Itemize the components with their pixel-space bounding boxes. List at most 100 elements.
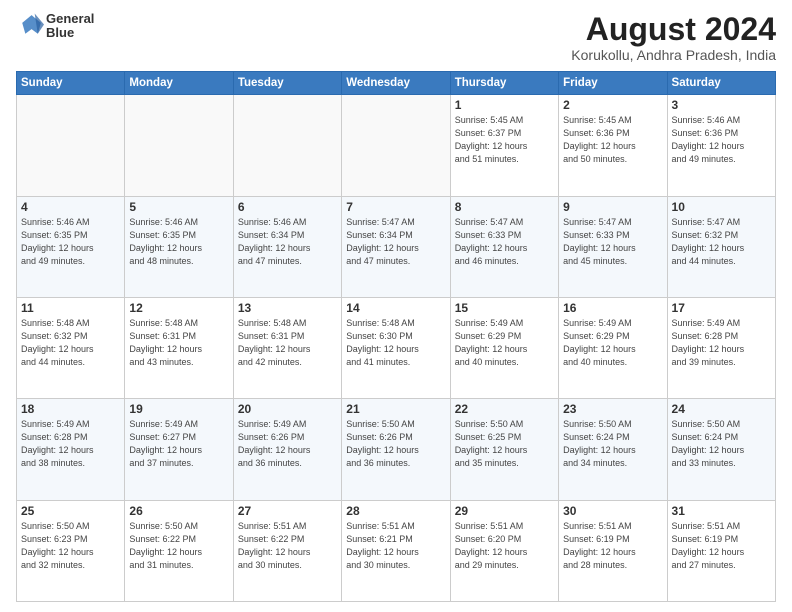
day-number: 3 [672, 98, 771, 112]
day-info: Sunrise: 5:50 AM Sunset: 6:25 PM Dayligh… [455, 418, 554, 470]
calendar-cell: 26 Sunrise: 5:50 AM Sunset: 6:22 PM Dayli… [125, 500, 233, 601]
calendar-cell: 23 Sunrise: 5:50 AM Sunset: 6:24 PM Dayli… [559, 399, 667, 500]
calendar-header-wednesday: Wednesday [342, 72, 450, 95]
day-number: 23 [563, 402, 662, 416]
calendar-cell: 14 Sunrise: 5:48 AM Sunset: 6:30 PM Dayli… [342, 297, 450, 398]
day-number: 15 [455, 301, 554, 315]
calendar-week-3: 11 Sunrise: 5:48 AM Sunset: 6:32 PM Dayli… [17, 297, 776, 398]
day-info: Sunrise: 5:48 AM Sunset: 6:30 PM Dayligh… [346, 317, 445, 369]
calendar-cell: 13 Sunrise: 5:48 AM Sunset: 6:31 PM Dayli… [233, 297, 341, 398]
day-number: 24 [672, 402, 771, 416]
day-number: 11 [21, 301, 120, 315]
day-number: 18 [21, 402, 120, 416]
day-number: 5 [129, 200, 228, 214]
calendar-week-2: 4 Sunrise: 5:46 AM Sunset: 6:35 PM Daylig… [17, 196, 776, 297]
day-info: Sunrise: 5:47 AM Sunset: 6:33 PM Dayligh… [455, 216, 554, 268]
day-info: Sunrise: 5:49 AM Sunset: 6:26 PM Dayligh… [238, 418, 337, 470]
calendar-header-tuesday: Tuesday [233, 72, 341, 95]
day-number: 30 [563, 504, 662, 518]
logo-text: General Blue [46, 12, 94, 41]
calendar-header-sunday: Sunday [17, 72, 125, 95]
day-info: Sunrise: 5:46 AM Sunset: 6:35 PM Dayligh… [129, 216, 228, 268]
day-number: 7 [346, 200, 445, 214]
calendar-header-thursday: Thursday [450, 72, 558, 95]
day-number: 25 [21, 504, 120, 518]
calendar-cell: 29 Sunrise: 5:51 AM Sunset: 6:20 PM Dayli… [450, 500, 558, 601]
calendar-cell: 30 Sunrise: 5:51 AM Sunset: 6:19 PM Dayli… [559, 500, 667, 601]
calendar-cell: 21 Sunrise: 5:50 AM Sunset: 6:26 PM Dayli… [342, 399, 450, 500]
day-number: 13 [238, 301, 337, 315]
calendar-week-5: 25 Sunrise: 5:50 AM Sunset: 6:23 PM Dayli… [17, 500, 776, 601]
day-number: 19 [129, 402, 228, 416]
day-info: Sunrise: 5:51 AM Sunset: 6:22 PM Dayligh… [238, 520, 337, 572]
calendar-table: SundayMondayTuesdayWednesdayThursdayFrid… [16, 71, 776, 602]
day-info: Sunrise: 5:49 AM Sunset: 6:28 PM Dayligh… [672, 317, 771, 369]
day-number: 22 [455, 402, 554, 416]
calendar-cell: 18Sunrise: 5:49 AM Sunset: 6:28 PM Dayli… [17, 399, 125, 500]
logo-icon [16, 12, 44, 40]
calendar-cell [17, 95, 125, 196]
calendar-header-row: SundayMondayTuesdayWednesdayThursdayFrid… [17, 72, 776, 95]
calendar-cell [233, 95, 341, 196]
day-info: Sunrise: 5:50 AM Sunset: 6:24 PM Dayligh… [672, 418, 771, 470]
day-number: 26 [129, 504, 228, 518]
day-number: 27 [238, 504, 337, 518]
day-number: 29 [455, 504, 554, 518]
day-info: Sunrise: 5:51 AM Sunset: 6:21 PM Dayligh… [346, 520, 445, 572]
calendar-cell: 6Sunrise: 5:46 AM Sunset: 6:34 PM Daylig… [233, 196, 341, 297]
day-number: 20 [238, 402, 337, 416]
calendar-cell: 17Sunrise: 5:49 AM Sunset: 6:28 PM Dayli… [667, 297, 775, 398]
day-info: Sunrise: 5:51 AM Sunset: 6:20 PM Dayligh… [455, 520, 554, 572]
calendar-header-friday: Friday [559, 72, 667, 95]
day-info: Sunrise: 5:48 AM Sunset: 6:32 PM Dayligh… [21, 317, 120, 369]
day-number: 9 [563, 200, 662, 214]
calendar-header-monday: Monday [125, 72, 233, 95]
calendar-cell: 11 Sunrise: 5:48 AM Sunset: 6:32 PM Dayli… [17, 297, 125, 398]
calendar-cell: 25 Sunrise: 5:50 AM Sunset: 6:23 PM Dayli… [17, 500, 125, 601]
day-info: Sunrise: 5:50 AM Sunset: 6:22 PM Dayligh… [129, 520, 228, 572]
page-subtitle: Korukollu, Andhra Pradesh, India [571, 47, 776, 63]
calendar-cell: 7 Sunrise: 5:47 AM Sunset: 6:34 PM Daylig… [342, 196, 450, 297]
day-info: Sunrise: 5:45 AM Sunset: 6:37 PM Dayligh… [455, 114, 554, 166]
day-number: 1 [455, 98, 554, 112]
day-number: 8 [455, 200, 554, 214]
calendar-cell: 27 Sunrise: 5:51 AM Sunset: 6:22 PM Dayli… [233, 500, 341, 601]
title-block: August 2024 Korukollu, Andhra Pradesh, I… [571, 12, 776, 63]
calendar-cell: 4 Sunrise: 5:46 AM Sunset: 6:35 PM Daylig… [17, 196, 125, 297]
day-info: Sunrise: 5:51 AM Sunset: 6:19 PM Dayligh… [563, 520, 662, 572]
day-info: Sunrise: 5:46 AM Sunset: 6:36 PM Dayligh… [672, 114, 771, 166]
day-info: Sunrise: 5:47 AM Sunset: 6:32 PM Dayligh… [672, 216, 771, 268]
calendar-cell [125, 95, 233, 196]
calendar-cell: 12 Sunrise: 5:48 AM Sunset: 6:31 PM Dayli… [125, 297, 233, 398]
day-number: 21 [346, 402, 445, 416]
day-info: Sunrise: 5:50 AM Sunset: 6:26 PM Dayligh… [346, 418, 445, 470]
calendar-cell: 8 Sunrise: 5:47 AM Sunset: 6:33 PM Daylig… [450, 196, 558, 297]
day-info: Sunrise: 5:50 AM Sunset: 6:23 PM Dayligh… [21, 520, 120, 572]
day-info: Sunrise: 5:46 AM Sunset: 6:35 PM Dayligh… [21, 216, 120, 268]
calendar-cell [342, 95, 450, 196]
day-number: 16 [563, 301, 662, 315]
day-number: 10 [672, 200, 771, 214]
day-info: Sunrise: 5:49 AM Sunset: 6:29 PM Dayligh… [455, 317, 554, 369]
day-info: Sunrise: 5:50 AM Sunset: 6:24 PM Dayligh… [563, 418, 662, 470]
day-info: Sunrise: 5:48 AM Sunset: 6:31 PM Dayligh… [129, 317, 228, 369]
calendar-cell: 10 Sunrise: 5:47 AM Sunset: 6:32 PM Dayli… [667, 196, 775, 297]
calendar-cell: 9 Sunrise: 5:47 AM Sunset: 6:33 PM Daylig… [559, 196, 667, 297]
day-number: 14 [346, 301, 445, 315]
day-number: 12 [129, 301, 228, 315]
day-info: Sunrise: 5:48 AM Sunset: 6:31 PM Dayligh… [238, 317, 337, 369]
calendar-cell: 20 Sunrise: 5:49 AM Sunset: 6:26 PM Dayli… [233, 399, 341, 500]
day-number: 4 [21, 200, 120, 214]
calendar-cell: 16Sunrise: 5:49 AM Sunset: 6:29 PM Dayli… [559, 297, 667, 398]
day-info: Sunrise: 5:47 AM Sunset: 6:34 PM Dayligh… [346, 216, 445, 268]
logo: General Blue [16, 12, 94, 41]
calendar-cell: 3 Sunrise: 5:46 AM Sunset: 6:36 PM Daylig… [667, 95, 775, 196]
calendar-cell: 1 Sunrise: 5:45 AM Sunset: 6:37 PM Daylig… [450, 95, 558, 196]
day-info: Sunrise: 5:47 AM Sunset: 6:33 PM Dayligh… [563, 216, 662, 268]
day-info: Sunrise: 5:45 AM Sunset: 6:36 PM Dayligh… [563, 114, 662, 166]
day-number: 31 [672, 504, 771, 518]
day-info: Sunrise: 5:49 AM Sunset: 6:27 PM Dayligh… [129, 418, 228, 470]
calendar-cell: 24 Sunrise: 5:50 AM Sunset: 6:24 PM Dayli… [667, 399, 775, 500]
calendar-cell: 28Sunrise: 5:51 AM Sunset: 6:21 PM Dayli… [342, 500, 450, 601]
calendar-cell: 2Sunrise: 5:45 AM Sunset: 6:36 PM Daylig… [559, 95, 667, 196]
